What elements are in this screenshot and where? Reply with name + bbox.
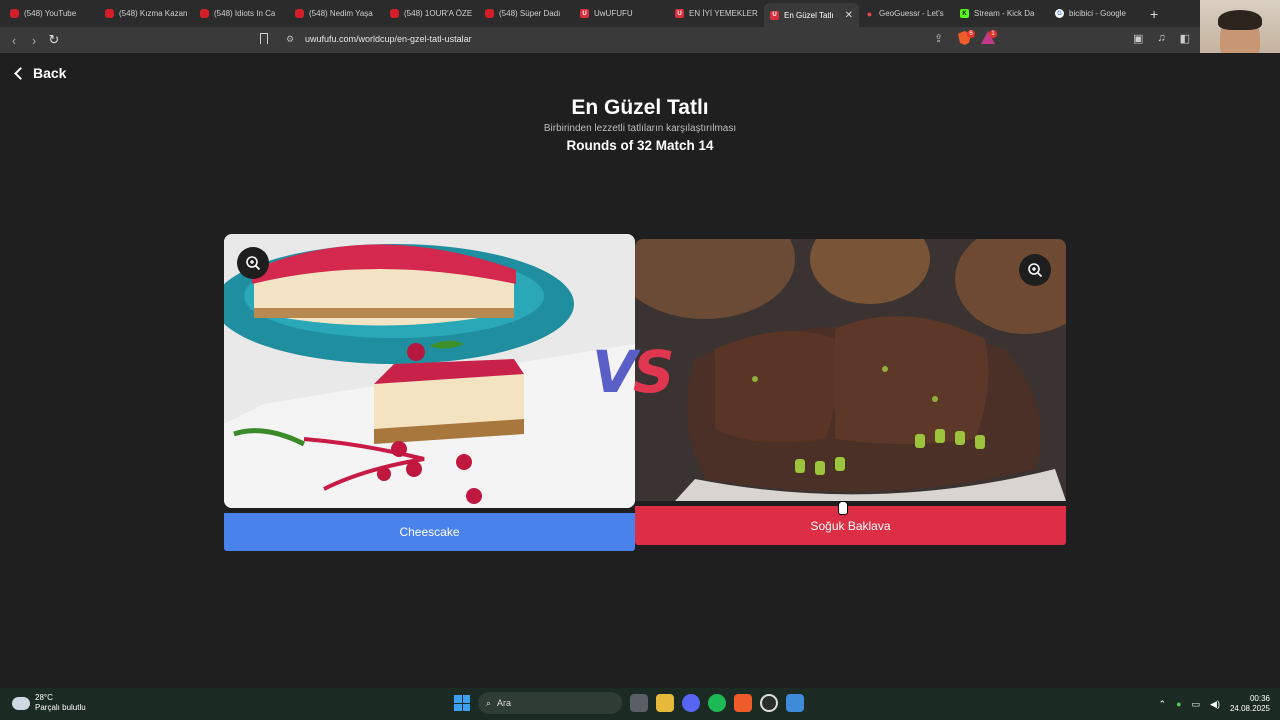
tab-google[interactable]: Gbicibici - Google xyxy=(1049,3,1144,25)
page-content: Back En Güzel Tatlı Birbirinden lezzetli… xyxy=(0,53,1280,688)
youtube-icon xyxy=(485,9,494,18)
address-bar: ‹ › ↻ ⚙ uwufufu.com/worldcup/en-gzel-tat… xyxy=(0,27,1200,53)
date: 24.08.2025 xyxy=(1229,704,1270,713)
volume-icon[interactable]: ◀) xyxy=(1210,699,1220,710)
sidebar-icon[interactable]: ◧ xyxy=(1180,32,1190,45)
uwufufu-icon: U xyxy=(770,10,779,20)
url-field[interactable]: uwufufu.com/worldcup/en-gzel-tatl-ustala… xyxy=(305,34,472,44)
close-tab-icon[interactable]: ✕ xyxy=(845,10,853,21)
page-subtitle: Birbirinden lezzetli tatlıların karşılaş… xyxy=(543,123,737,134)
browser-tab-bar: (548) YouTube (548) Kızma Kazan (548) Id… xyxy=(0,0,1200,27)
webcam-person-hair xyxy=(1218,10,1262,30)
task-view-icon[interactable] xyxy=(630,694,648,712)
windows-start-icon[interactable] xyxy=(454,695,470,711)
soguk-baklava-image[interactable] xyxy=(635,239,1066,501)
tab-kizma-kazan[interactable]: (548) Kızma Kazan xyxy=(99,3,194,25)
share-icon[interactable]: ⇪ xyxy=(934,32,943,45)
forward-arrow-icon[interactable]: › xyxy=(24,33,44,48)
obs-icon[interactable] xyxy=(760,694,778,712)
weather-widget[interactable]: 28°C Parçalı bulutlu xyxy=(12,693,86,713)
tab-kick[interactable]: K Stream - Kick Da xyxy=(954,3,1049,25)
location-pin-icon: ● xyxy=(866,8,873,19)
chevron-left-icon xyxy=(14,66,27,80)
youtube-icon xyxy=(200,9,209,18)
new-tab-button[interactable]: + xyxy=(1150,6,1158,22)
tab-nedim[interactable]: (548) Nedim Yaşa xyxy=(289,3,384,25)
toolbar-icons: ▣ ♫ ◧ xyxy=(1133,32,1190,45)
zoom-in-icon xyxy=(1028,263,1043,278)
partly-cloudy-icon xyxy=(12,696,30,710)
youtube-icon xyxy=(295,9,304,18)
tab-en-guzel-tatli[interactable]: U En Güzel Tatlı ✕ xyxy=(764,3,859,27)
search-placeholder: Ara xyxy=(497,698,512,708)
system-tray: ⌃ ● ▭ ◀) 00:36 24.08.2025 xyxy=(1159,694,1270,714)
search-icon: ⌕ xyxy=(486,697,492,708)
back-arrow-icon[interactable]: ‹ xyxy=(4,33,24,48)
tab-1our[interactable]: (548) 1OUR'A ÖZE xyxy=(384,3,479,25)
back-button[interactable]: Back xyxy=(12,65,66,81)
google-icon: G xyxy=(1055,9,1064,18)
tab-en-iyi-yemekler[interactable]: U EN İYİ YEMEKLER xyxy=(669,3,764,25)
tab-idiots[interactable]: (548) Idiots In Ca xyxy=(194,3,289,25)
mouse-pointer xyxy=(838,501,848,515)
chevron-up-icon[interactable]: ⌃ xyxy=(1159,699,1167,710)
app-icon[interactable] xyxy=(786,694,804,712)
tab-geoguessr[interactable]: ● GeoGuessr - Let's xyxy=(859,3,954,25)
cheesecake-illustration xyxy=(224,234,635,508)
rewards-badge: 1 xyxy=(989,30,997,38)
tab-youtube[interactable]: (548) YouTube xyxy=(4,3,99,25)
uwufufu-icon: U xyxy=(580,9,589,18)
uwufufu-icon: U xyxy=(675,9,684,18)
youtube-icon xyxy=(10,9,19,18)
zoom-left-button[interactable] xyxy=(237,247,269,279)
music-icon[interactable]: ♫ xyxy=(1157,32,1165,45)
tab-super-dadi[interactable]: (548) Süper Dadı xyxy=(479,3,574,25)
screenshot-icon[interactable]: ▣ xyxy=(1133,32,1143,45)
youtube-icon xyxy=(390,9,399,18)
cheesecake-image[interactable] xyxy=(224,234,635,508)
site-settings-icon[interactable]: ⚙ xyxy=(286,34,294,45)
microphone-icon[interactable]: ● xyxy=(1176,699,1181,709)
time: 00:36 xyxy=(1249,694,1270,703)
zoom-in-icon xyxy=(246,256,261,271)
taskbar: 28°C Parçalı bulutlu ⌕ Ara ⌃ ● ▭ ◀) 00:3… xyxy=(0,688,1280,720)
brave-badge: 6 xyxy=(967,30,975,38)
page-title: En Güzel Tatlı xyxy=(571,96,709,119)
clock[interactable]: 00:36 24.08.2025 xyxy=(1230,694,1270,714)
bookmark-icon[interactable] xyxy=(260,33,268,44)
baklava-illustration xyxy=(635,239,1066,501)
back-label: Back xyxy=(33,65,67,81)
temperature: 28°C xyxy=(35,693,53,702)
kick-icon: K xyxy=(960,9,969,18)
weather-description: Parçalı bulutlu xyxy=(35,703,86,712)
taskbar-search[interactable]: ⌕ Ara xyxy=(478,692,622,714)
tab-uwufufu[interactable]: U UwUFUFU xyxy=(574,3,669,25)
choose-cheesecake-button[interactable]: Cheescake xyxy=(224,513,635,551)
choose-soguk-baklava-button[interactable]: Soğuk Baklava xyxy=(635,506,1066,545)
network-icon[interactable]: ▭ xyxy=(1192,699,1201,710)
taskbar-center: ⌕ Ara xyxy=(454,692,804,714)
zoom-right-button[interactable] xyxy=(1019,254,1051,286)
brave-browser-icon[interactable] xyxy=(734,694,752,712)
youtube-icon xyxy=(105,9,114,18)
round-info: Rounds of 32 Match 14 xyxy=(566,138,714,153)
vs-label: VS xyxy=(592,338,675,406)
discord-icon[interactable] xyxy=(682,694,700,712)
file-explorer-icon[interactable] xyxy=(656,694,674,712)
spotify-icon[interactable] xyxy=(708,694,726,712)
reload-icon[interactable]: ↻ xyxy=(44,32,64,48)
